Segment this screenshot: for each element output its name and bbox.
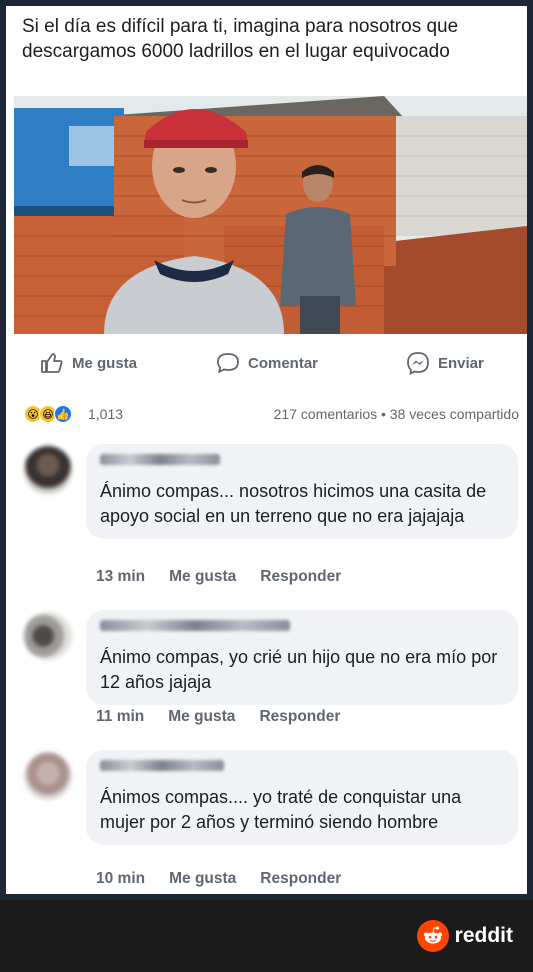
speech-bubble-icon bbox=[217, 353, 239, 373]
comment-bubble: Ánimo compas, yo crié un hijo que no era… bbox=[86, 610, 518, 705]
comment-action[interactable]: Comentar bbox=[216, 346, 318, 380]
comment-like-button[interactable]: Me gusta bbox=[168, 708, 235, 726]
commenter-name-blurred[interactable] bbox=[100, 760, 224, 771]
comment-reply-button[interactable]: Responder bbox=[260, 870, 341, 888]
messenger-icon bbox=[407, 352, 429, 375]
post-container: Si el día es difícil para ti, imagina pa… bbox=[6, 6, 527, 894]
comment-text: Ánimo compas... nosotros hicimos una cas… bbox=[100, 481, 487, 526]
post-actions: Me gusta Comentar Enviar bbox=[6, 346, 527, 380]
comment-time[interactable]: 11 min bbox=[96, 708, 144, 726]
send-action[interactable]: Enviar bbox=[406, 346, 484, 380]
post-card: Si el día es difícil para ti, imagina pa… bbox=[0, 0, 533, 900]
post-stats: 😮 😆 👍 1,013 217 comentarios • 38 veces c… bbox=[6, 402, 527, 428]
comment-time[interactable]: 13 min bbox=[96, 568, 145, 586]
reactions-count[interactable]: 1,013 bbox=[88, 406, 123, 422]
comment-reply-button[interactable]: Responder bbox=[259, 708, 340, 726]
like-reaction-icon: 👍 bbox=[54, 405, 72, 423]
avatar[interactable] bbox=[24, 752, 72, 800]
thumbs-up-icon bbox=[41, 353, 63, 373]
avatar[interactable] bbox=[24, 446, 72, 494]
like-action[interactable]: Me gusta bbox=[40, 346, 137, 380]
comment-meta: 10 min Me gusta Responder bbox=[96, 870, 341, 888]
comment-label: Comentar bbox=[248, 354, 319, 372]
like-label: Me gusta bbox=[72, 354, 138, 372]
reddit-logo-icon bbox=[416, 920, 449, 952]
reaction-icons[interactable]: 😮 😆 👍 bbox=[24, 405, 72, 423]
comment-reply-button[interactable]: Responder bbox=[260, 568, 341, 586]
comment-text: Ánimo compas, yo crié un hijo que no era… bbox=[100, 647, 498, 692]
footer-bar: reddit bbox=[0, 900, 533, 972]
avatar[interactable] bbox=[24, 612, 72, 660]
comment-bubble: Ánimos compas.... yo traté de conquistar… bbox=[86, 750, 518, 845]
post-photo[interactable] bbox=[14, 96, 527, 334]
post-caption: Si el día es difícil para ti, imagina pa… bbox=[22, 16, 459, 62]
comment-meta: 13 min Me gusta Responder bbox=[96, 568, 341, 586]
comment-like-button[interactable]: Me gusta bbox=[169, 568, 236, 586]
reddit-watermark: reddit bbox=[416, 920, 513, 952]
reddit-wordmark: reddit bbox=[454, 924, 513, 947]
commenter-name-blurred[interactable] bbox=[100, 620, 290, 631]
comment-like-button[interactable]: Me gusta bbox=[169, 870, 236, 888]
photo-illustration bbox=[14, 96, 527, 334]
comments-shares-count[interactable]: 217 comentarios • 38 veces compartido bbox=[274, 406, 519, 422]
comment-time[interactable]: 10 min bbox=[96, 870, 145, 888]
comment-bubble: Ánimo compas... nosotros hicimos una cas… bbox=[86, 444, 518, 539]
comment-text: Ánimos compas.... yo traté de conquistar… bbox=[100, 787, 462, 832]
commenter-name-blurred[interactable] bbox=[100, 454, 220, 465]
comment-meta: 11 min Me gusta Responder bbox=[96, 708, 340, 726]
send-label: Enviar bbox=[438, 354, 484, 372]
